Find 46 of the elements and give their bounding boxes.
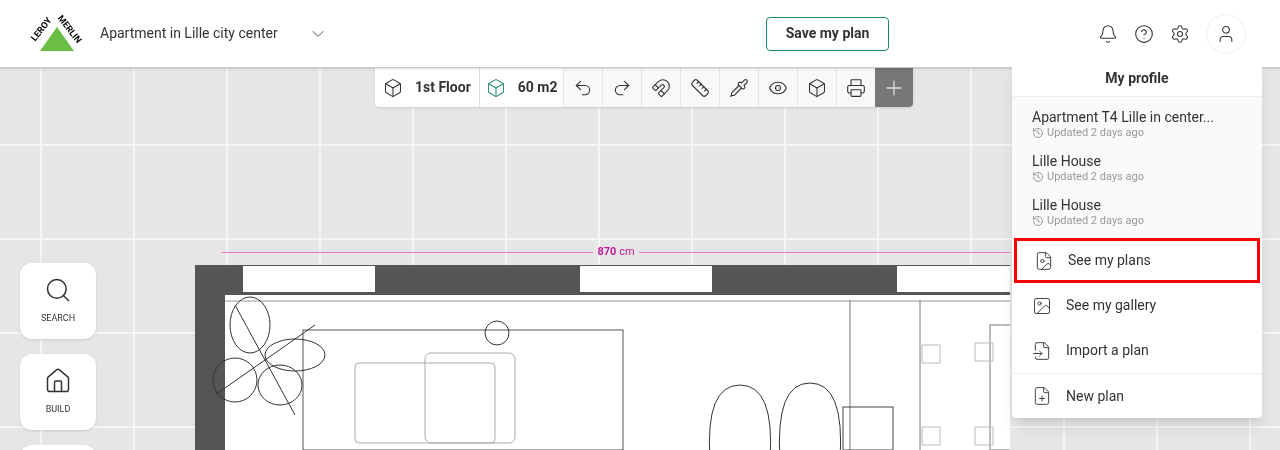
- add-button[interactable]: [875, 68, 914, 107]
- save-button[interactable]: Save my plan: [765, 16, 890, 51]
- tool-card[interactable]: BUILD: [20, 354, 96, 430]
- menu-item[interactable]: See my plans: [1014, 238, 1260, 283]
- dimension-label: 870 cm: [596, 244, 636, 260]
- cube-icon: [807, 77, 828, 98]
- help-icon[interactable]: [1134, 23, 1154, 44]
- recent-plan-item[interactable]: Lille House Updated 2 days ago: [1012, 146, 1262, 190]
- toolbar-button[interactable]: [719, 68, 759, 107]
- ruler-icon: [690, 77, 711, 98]
- menu-item[interactable]: Import a plan: [1012, 328, 1262, 373]
- recent-plan-item[interactable]: Lille House Updated 2 days ago: [1012, 190, 1262, 234]
- menu-item[interactable]: New plan: [1012, 373, 1262, 418]
- toolbar-button[interactable]: [836, 68, 876, 107]
- history-icon: [1032, 127, 1044, 139]
- tool-card[interactable]: SEARCH: [20, 263, 96, 339]
- document-icon: [1034, 250, 1054, 271]
- printer-icon: [846, 77, 867, 98]
- plan-name: Lille House: [1032, 152, 1102, 170]
- plan-name: Lille House: [1032, 196, 1102, 214]
- area-selector[interactable]: 60 m2: [479, 68, 564, 107]
- toolbar-button[interactable]: [602, 68, 642, 107]
- document-icon: [1032, 386, 1052, 406]
- floor-selector[interactable]: 1st Floor: [375, 68, 480, 107]
- image-icon: [1032, 295, 1052, 316]
- updated-time: Updated 2 days ago: [1047, 170, 1144, 184]
- toolbar-button[interactable]: [680, 68, 720, 107]
- settings-icon[interactable]: [1170, 23, 1190, 44]
- pipette-icon: [729, 77, 750, 98]
- magnet-icon: [651, 77, 672, 98]
- area-icon: [485, 77, 506, 98]
- recent-plan-item[interactable]: Apartment T4 Lille in center... Updated 2 days ago: [1012, 102, 1262, 146]
- updated-time: Updated 2 days ago: [1047, 214, 1144, 228]
- document-icon: [1032, 340, 1052, 361]
- updated-time: Updated 2 days ago: [1047, 126, 1144, 140]
- floor-icon: [383, 77, 403, 98]
- toolbar-button[interactable]: [563, 68, 603, 107]
- menu-item[interactable]: See my gallery: [1012, 283, 1262, 328]
- history-icon: [1032, 215, 1044, 227]
- toolbar-button[interactable]: [641, 68, 681, 107]
- notifications-icon[interactable]: [1098, 23, 1118, 44]
- toolbar-button[interactable]: [758, 68, 798, 107]
- toolbar-button[interactable]: [797, 68, 837, 107]
- plan-name: Apartment T4 Lille in center...: [1032, 108, 1215, 126]
- project-title: Apartment in Lille city center: [100, 24, 278, 43]
- history-icon: [1032, 171, 1044, 183]
